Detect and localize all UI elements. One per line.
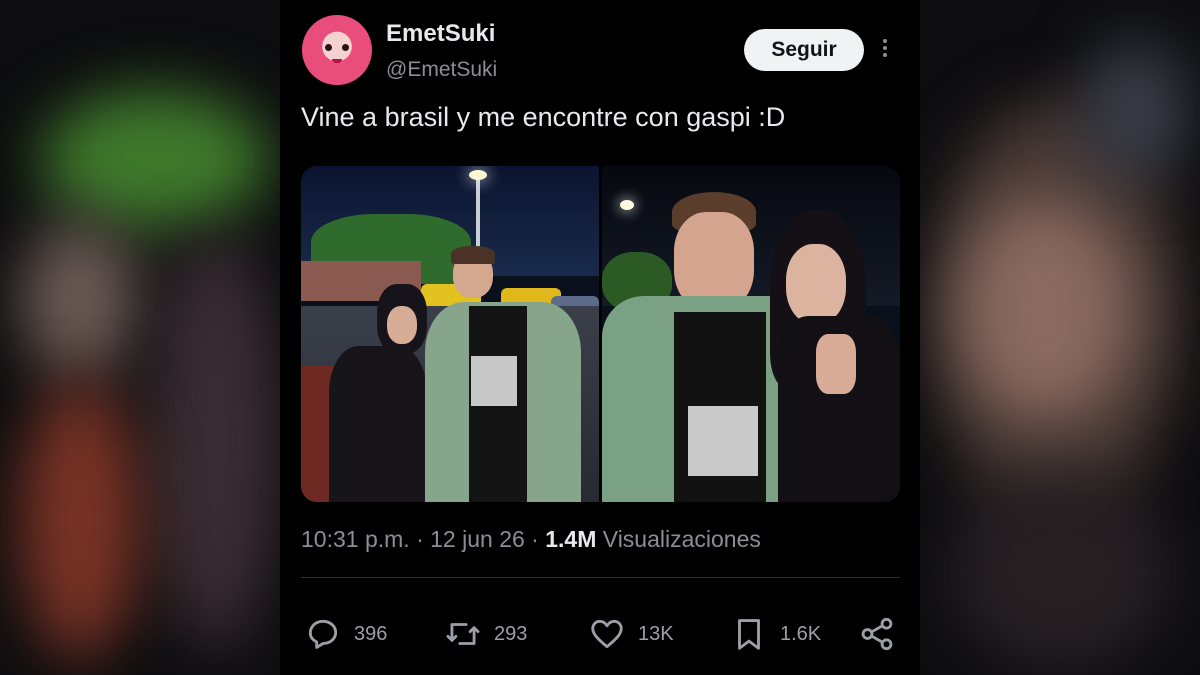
tweet-date[interactable]: 12 jun 26 [430, 526, 525, 552]
more-options-icon[interactable] [880, 36, 890, 66]
avatar[interactable] [302, 15, 372, 85]
blurred-background-right [920, 0, 1200, 675]
retweet-button[interactable]: 293 [444, 614, 527, 654]
share-button[interactable] [858, 614, 896, 654]
heart-icon [591, 619, 623, 649]
reply-count: 396 [354, 622, 388, 645]
author-handle[interactable]: @EmetSuki [386, 58, 497, 82]
meta-separator: · [409, 526, 431, 552]
tweet-image-2[interactable] [602, 166, 900, 502]
bookmark-count: 1.6K [780, 622, 822, 645]
views-count: 1.4M [545, 526, 597, 552]
divider [301, 577, 900, 578]
reply-icon [308, 619, 338, 649]
retweet-count: 293 [494, 622, 528, 645]
retweet-icon [446, 623, 480, 645]
like-count: 13K [638, 622, 674, 645]
like-button[interactable]: 13K [588, 614, 674, 654]
tweet-image-1[interactable] [301, 166, 599, 502]
tweet-metadata: 10:31 p.m. · 12 jun 26 · 1.4M Visualizac… [301, 526, 761, 553]
tweet-text: Vine a brasil y me encontre con gaspi :D [301, 102, 786, 132]
reply-button[interactable]: 396 [304, 614, 387, 654]
views-label[interactable]: Visualizaciones [603, 526, 761, 552]
author-display-name[interactable]: EmetSuki [386, 20, 495, 48]
follow-button[interactable]: Seguir [744, 29, 864, 71]
meta-separator: · [524, 526, 546, 552]
tweet-time[interactable]: 10:31 p.m. [301, 526, 410, 552]
bookmark-button[interactable]: 1.6K [730, 614, 821, 654]
tweet-card: EmetSuki @EmetSuki Seguir Vine a brasil … [280, 0, 920, 675]
share-icon [861, 617, 893, 651]
bookmark-icon [738, 619, 760, 650]
blurred-background-left [0, 0, 280, 675]
